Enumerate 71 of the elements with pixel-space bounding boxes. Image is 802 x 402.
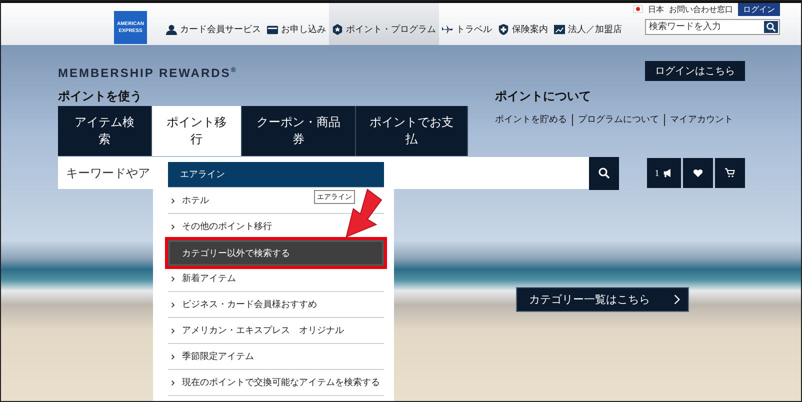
nav-label: ポイント・プログラム: [346, 23, 436, 36]
menu-label: 現在のポイントで交換可能なアイテムを検索する: [182, 376, 380, 389]
search-button[interactable]: [589, 156, 619, 190]
chevron-icon: [673, 294, 680, 305]
nav-item[interactable]: トラベル: [439, 3, 495, 45]
cart-icon: [725, 168, 735, 178]
menu-label: 季節限定アイテム: [182, 350, 254, 363]
button-label: カテゴリー一覧はこちら: [529, 292, 650, 307]
section-heading: ポイントを使う: [58, 89, 143, 103]
notification-count: 1: [654, 168, 660, 178]
search-icon: [766, 22, 776, 32]
megaphone-icon: [663, 168, 674, 178]
utility-link[interactable]: 日本: [648, 4, 664, 14]
menu-label: その他のポイント移行: [182, 220, 272, 233]
search-icon: [598, 167, 610, 179]
link[interactable]: プログラムについて: [578, 113, 659, 126]
nav-item[interactable]: お申し込み: [264, 3, 329, 45]
tab[interactable]: クーポン・商品券: [242, 106, 356, 156]
menu-item[interactable]: カテゴリー以外で検索する: [168, 240, 384, 266]
link[interactable]: マイアカウント: [670, 113, 733, 126]
nav-item[interactable]: 法人／加盟店: [551, 3, 625, 45]
chevron-icon: [171, 224, 175, 230]
nav-label: カード会員サービス: [180, 24, 261, 36]
heart-icon: [693, 168, 703, 178]
menu-item[interactable]: アメリカン・エキスプレス オリジナル: [168, 318, 384, 344]
chevron-icon: [171, 328, 175, 334]
nav-item[interactable]: ポイント・プログラム: [329, 3, 439, 45]
menu-label: エアライン: [180, 169, 225, 181]
tab[interactable]: アイテム検索: [58, 106, 152, 156]
search-button[interactable]: [764, 21, 778, 33]
card-icon: [267, 24, 278, 34]
chevron-icon: [171, 276, 175, 282]
points-icon: [332, 24, 343, 34]
menu-item[interactable]: 現在のポイントで交換可能なアイテムを検索する: [168, 370, 384, 396]
menu-item[interactable]: 季節限定アイテム: [168, 344, 384, 370]
nav-label: 保険案内: [512, 23, 548, 36]
chevron-icon: [171, 198, 175, 204]
login-button[interactable]: ログイン: [738, 2, 780, 16]
chevron-icon: [171, 380, 175, 386]
news-button[interactable]: 1: [647, 158, 681, 188]
travel-icon: [442, 24, 453, 34]
nav-item[interactable]: 保険案内: [495, 3, 551, 45]
member-icon: [166, 24, 177, 34]
login-button[interactable]: ログインはこちら: [645, 61, 745, 81]
link[interactable]: ポイントを貯める: [495, 113, 567, 126]
section-heading: ポイントについて: [495, 89, 592, 103]
utility-link[interactable]: お問い合わせ窓口: [669, 4, 733, 14]
nav-label: お申し込み: [281, 24, 326, 36]
menu-item[interactable]: エアライン: [168, 162, 384, 188]
menu-label: ホテル: [182, 195, 209, 207]
chevron-icon: [171, 302, 175, 308]
category-button[interactable]: カテゴリー一覧はこちら: [516, 287, 689, 312]
menu-label: ビジネス・カード会員様おすすめ: [182, 298, 317, 311]
menu-item[interactable]: 新着アイテム: [168, 266, 384, 292]
favorite-button[interactable]: [683, 158, 713, 188]
tab[interactable]: ポイント移行: [152, 106, 242, 156]
chevron-icon: [171, 354, 175, 360]
tab[interactable]: ポイントでお支払: [356, 106, 468, 156]
business-icon: [554, 24, 565, 34]
nav-label: 法人／加盟店: [568, 24, 622, 36]
search-box[interactable]: 検索ワードを入力: [645, 19, 780, 35]
flag-icon: [633, 5, 643, 13]
cart-button[interactable]: [715, 158, 745, 188]
nav-label: トラベル: [456, 24, 492, 36]
brand-title: MEMBERSHIP REWARDS$^{®}$: [58, 66, 238, 80]
menu-label: 新着アイテム: [182, 272, 236, 285]
menu-label: カテゴリー以外で検索する: [182, 248, 290, 260]
insurance-icon: [498, 24, 509, 34]
menu-item[interactable]: ビジネス・カード会員様おすすめ: [168, 292, 384, 318]
menu-label: アメリカン・エキスプレス オリジナル: [182, 324, 344, 337]
nav-item[interactable]: カード会員サービス: [163, 3, 264, 45]
